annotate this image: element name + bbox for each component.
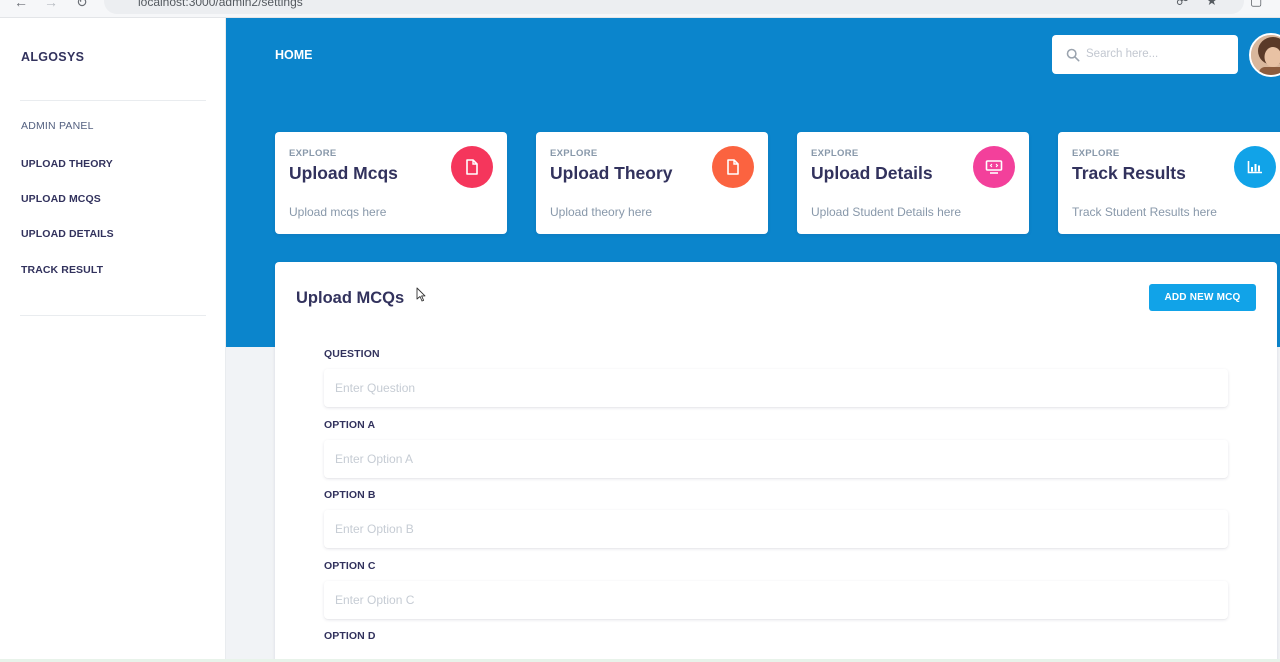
option-b-label: OPTION B bbox=[324, 489, 376, 501]
search-icon bbox=[1066, 48, 1080, 62]
card-title: Upload Mcqs bbox=[289, 163, 398, 183]
option-a-label: OPTION A bbox=[324, 419, 376, 431]
brand-logo[interactable]: ALGOSYS bbox=[21, 50, 84, 64]
card-subtitle: Upload mcqs here bbox=[289, 205, 387, 219]
option-d-label: OPTION D bbox=[324, 630, 376, 642]
home-link[interactable]: HOME bbox=[275, 48, 313, 62]
browser-toolbar: ← → ↻ localhost:3000/admin2/settings ☍ ★… bbox=[0, 0, 1280, 18]
card-subtitle: Track Student Results here bbox=[1072, 205, 1217, 219]
option-a-input[interactable] bbox=[324, 440, 1228, 478]
card-upload-theory[interactable]: EXPLORE Upload Theory Upload theory here bbox=[536, 132, 768, 234]
card-title: Upload Theory bbox=[550, 163, 673, 183]
card-upload-mcqs[interactable]: EXPLORE Upload Mcqs Upload mcqs here bbox=[275, 132, 507, 234]
panel-title: Upload MCQs bbox=[296, 289, 405, 307]
sidebar-item-track-result[interactable]: TRACK RESULT bbox=[21, 264, 103, 276]
option-b-input[interactable] bbox=[324, 510, 1228, 548]
question-label: QUESTION bbox=[324, 348, 380, 360]
card-eyebrow: EXPLORE bbox=[811, 148, 859, 159]
option-c-label: OPTION C bbox=[324, 560, 376, 572]
card-subtitle: Upload Student Details here bbox=[811, 205, 962, 219]
mouse-cursor-icon bbox=[416, 287, 426, 302]
sidebar-item-upload-details[interactable]: UPLOAD DETAILS bbox=[21, 228, 114, 240]
document-icon bbox=[451, 146, 493, 188]
user-avatar-icon bbox=[1251, 35, 1280, 75]
card-upload-details[interactable]: EXPLORE Upload Details Upload Student De… bbox=[797, 132, 1029, 234]
document-icon bbox=[712, 146, 754, 188]
add-new-mcq-button[interactable]: ADD NEW MCQ bbox=[1149, 284, 1256, 311]
sidebar-divider bbox=[20, 315, 206, 316]
reload-icon[interactable]: ↻ bbox=[76, 0, 88, 11]
window-icon[interactable]: ▢ bbox=[1250, 0, 1262, 9]
card-eyebrow: EXPLORE bbox=[550, 148, 598, 159]
sidebar-divider bbox=[20, 100, 206, 101]
address-bar-url[interactable]: localhost:3000/admin2/settings bbox=[138, 0, 303, 9]
upload-mcqs-panel: Upload MCQs ADD NEW MCQ QUESTION OPTION … bbox=[275, 262, 1277, 662]
sidebar: ALGOSYS ADMIN PANEL UPLOAD THEORY UPLOAD… bbox=[0, 18, 226, 662]
search-input[interactable] bbox=[1086, 43, 1226, 65]
card-title: Upload Details bbox=[811, 163, 933, 183]
bar-chart-icon bbox=[1234, 146, 1276, 188]
sidebar-item-upload-mcqs[interactable]: UPLOAD MCQS bbox=[21, 193, 101, 205]
sidebar-item-upload-theory[interactable]: UPLOAD THEORY bbox=[21, 158, 113, 170]
extension-icon[interactable]: ☍ bbox=[1176, 0, 1189, 9]
star-icon[interactable]: ★ bbox=[1206, 0, 1218, 9]
monitor-icon bbox=[973, 146, 1015, 188]
search-box[interactable] bbox=[1052, 35, 1238, 74]
card-subtitle: Upload theory here bbox=[550, 205, 653, 219]
card-eyebrow: EXPLORE bbox=[289, 148, 337, 159]
question-input[interactable] bbox=[324, 369, 1228, 407]
card-title: Track Results bbox=[1072, 163, 1186, 183]
card-track-results[interactable]: EXPLORE Track Results Track Student Resu… bbox=[1058, 132, 1280, 234]
option-c-input[interactable] bbox=[324, 581, 1228, 619]
card-eyebrow: EXPLORE bbox=[1072, 148, 1120, 159]
arrow-left-icon[interactable]: ← bbox=[14, 0, 28, 10]
arrow-right-icon[interactable]: → bbox=[44, 0, 58, 10]
sidebar-heading: ADMIN PANEL bbox=[21, 120, 94, 132]
